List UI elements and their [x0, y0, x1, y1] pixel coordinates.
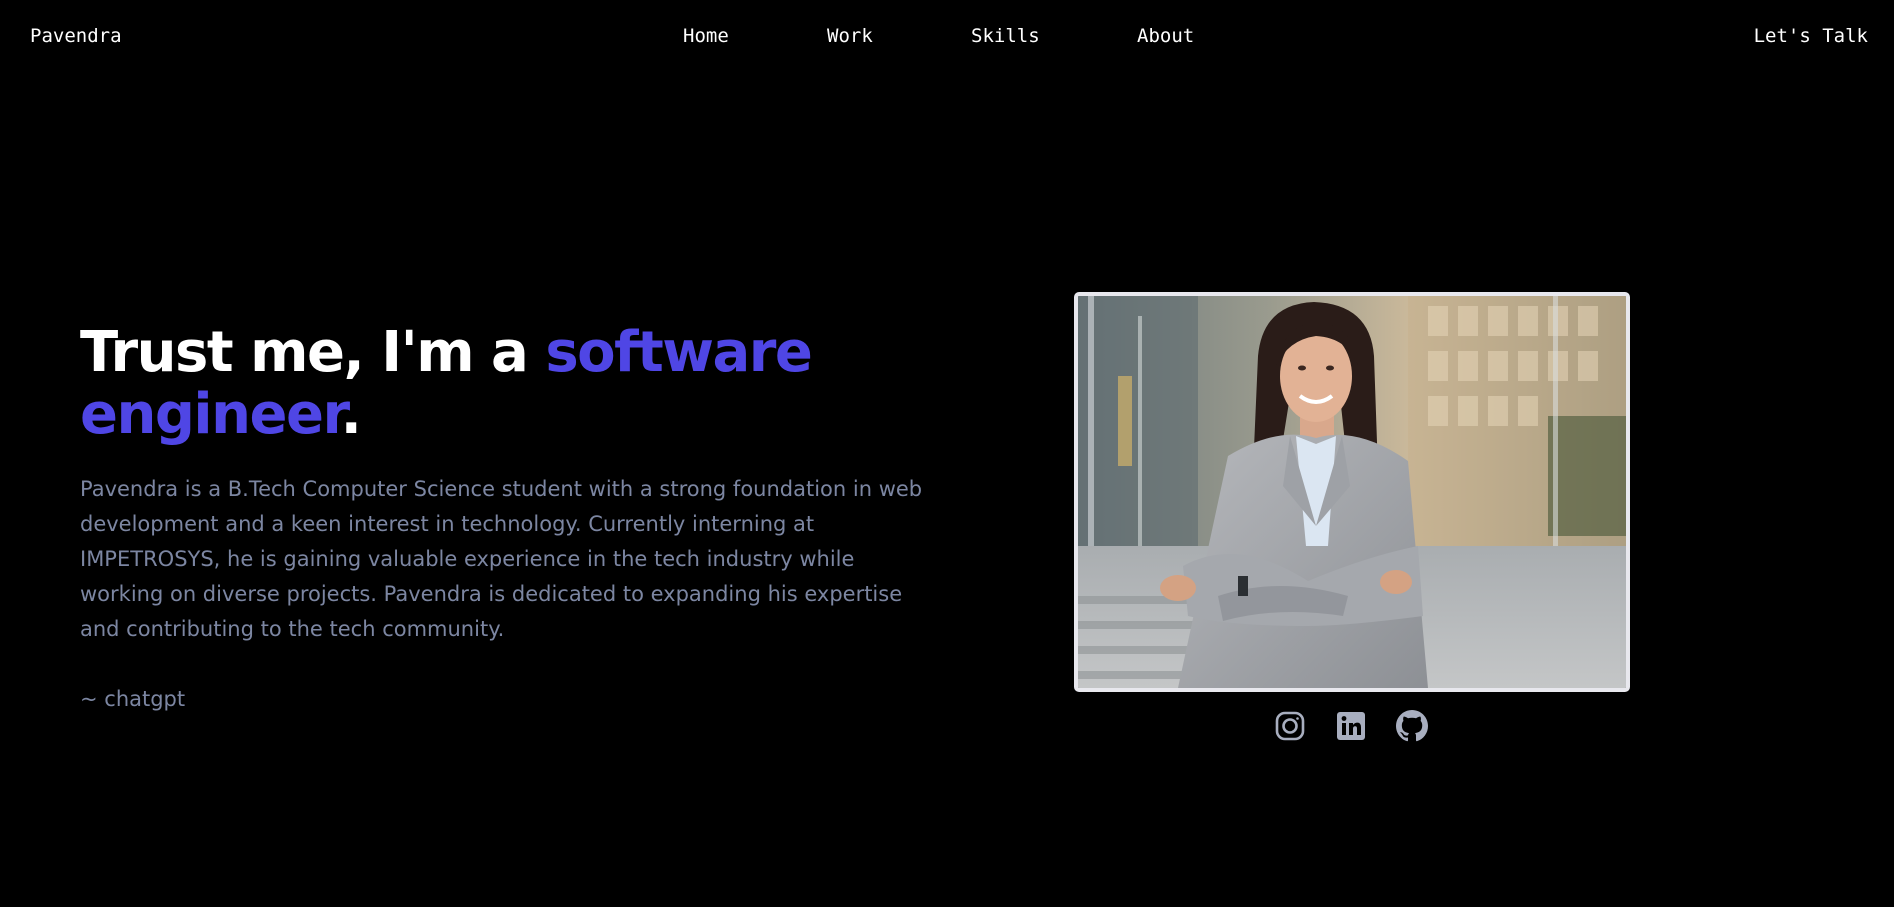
hero-quote: ~ chatgpt [80, 687, 186, 711]
portrait-photo [1074, 292, 1630, 692]
instagram-icon[interactable] [1274, 710, 1306, 742]
hero-title-accent-software: software [545, 320, 813, 385]
nav-links: Home Work Skills About [0, 0, 1894, 72]
hero-title-lead: Trust me, I'm a [80, 320, 546, 385]
nav-link-skills[interactable]: Skills [971, 27, 1040, 46]
hero-description: Pavendra is a B.Tech Computer Science st… [80, 477, 923, 641]
lets-talk-button[interactable]: Let's Talk [1754, 27, 1868, 46]
portrait-photo-illustration [1078, 296, 1626, 688]
hero-title-period: . [340, 382, 362, 447]
hero-title: Trust me, I'm a software engineer. [80, 322, 840, 446]
github-icon[interactable] [1396, 710, 1428, 742]
hero-title-accent-engineer: engineer [80, 382, 342, 447]
linkedin-icon[interactable] [1335, 710, 1367, 742]
top-nav: Pavendra Home Work Skills About Let's Ta… [0, 0, 1894, 72]
nav-link-home[interactable]: Home [683, 27, 729, 46]
nav-link-work[interactable]: Work [827, 27, 873, 46]
nav-link-about[interactable]: About [1137, 27, 1194, 46]
